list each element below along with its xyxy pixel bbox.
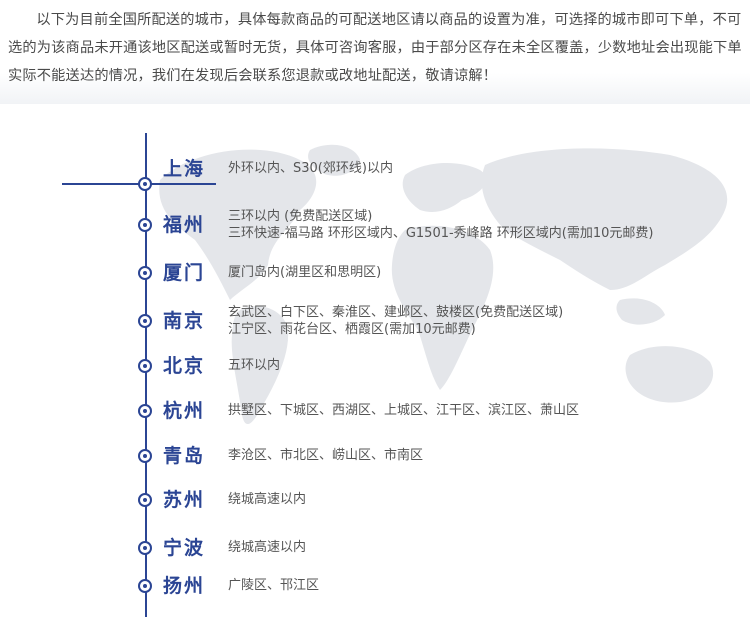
timeline-dot <box>138 449 152 463</box>
world-map-illustration <box>159 144 728 425</box>
timeline-dot <box>138 579 152 593</box>
city-name-yangzhou: 扬州 <box>163 575 206 597</box>
desc-line: 拱墅区、下城区、西湖区、上城区、江干区、滨江区、萧山区 <box>228 403 580 418</box>
city-desc-hangzhou: 拱墅区、下城区、西湖区、上城区、江干区、滨江区、萧山区 <box>228 402 579 419</box>
timeline-dot <box>138 541 152 555</box>
map-se-asia <box>616 298 665 325</box>
map-australia <box>625 346 714 403</box>
city-name-fuzhou: 福州 <box>163 214 206 236</box>
city-name-shanghai: 上海 <box>163 158 206 180</box>
timeline-dot <box>138 177 152 191</box>
timeline-dot <box>138 218 152 232</box>
city-desc-qingdao: 李沧区、市北区、崂山区、市南区 <box>228 447 423 464</box>
city-desc-xiamen: 厦门岛内(湖里区和思明区) <box>228 264 381 281</box>
city-desc-yangzhou: 广陵区、邗江区 <box>228 577 319 594</box>
desc-line: 玄武区、白下区、秦淮区、建邺区、鼓楼区(免费配送区域) <box>228 305 564 320</box>
city-desc-suzhou: 绕城高速以内 <box>228 491 306 508</box>
timeline-dot <box>138 404 152 418</box>
map-europe <box>402 163 487 212</box>
city-name-nanjing: 南京 <box>163 310 206 332</box>
city-desc-fuzhou: 三环以内 (免费配送区域) 三环快速-福马路 环形区域内、G1501-秀峰路 环… <box>228 208 654 242</box>
intro-text: 以下为目前全国所配送的城市，具体每款商品的可配送地区请以商品的设置为准，可选择的… <box>8 12 742 84</box>
city-name-beijing: 北京 <box>163 355 206 377</box>
city-desc-ningbo: 绕城高速以内 <box>228 539 306 556</box>
desc-line: 江宁区、雨花台区、栖霞区(需加10元邮费) <box>228 322 476 337</box>
desc-line: 绕城高速以内 <box>228 540 307 555</box>
timeline-dot <box>138 359 152 373</box>
desc-line: 三环以内 (免费配送区域) <box>228 209 373 224</box>
city-name-xiamen: 厦门 <box>163 262 206 284</box>
timeline-dot <box>138 266 152 280</box>
desc-line: 外环以内、S30(郊环线)以内 <box>228 161 393 176</box>
intro-section: 以下为目前全国所配送的城市，具体每款商品的可配送地区请以商品的设置为准，可选择的… <box>0 0 750 104</box>
city-name-ningbo: 宁波 <box>163 537 206 559</box>
desc-line: 广陵区、邗江区 <box>228 578 320 593</box>
city-desc-beijing: 五环以内 <box>228 357 280 374</box>
timeline-dot <box>138 314 152 328</box>
desc-line: 绕城高速以内 <box>228 492 307 507</box>
desc-line: 李沧区、市北区、崂山区、市南区 <box>228 448 424 463</box>
city-desc-nanjing: 玄武区、白下区、秦淮区、建邺区、鼓楼区(免费配送区域) 江宁区、雨花台区、栖霞区… <box>228 304 563 338</box>
city-name-hangzhou: 杭州 <box>163 400 206 422</box>
city-name-qingdao: 青岛 <box>163 445 206 467</box>
city-name-suzhou: 苏州 <box>163 489 206 511</box>
desc-line: 三环快速-福马路 环形区域内、G1501-秀峰路 环形区域内(需加10元邮费) <box>228 226 654 241</box>
desc-line: 五环以内 <box>228 358 281 373</box>
timeline-dot <box>138 493 152 507</box>
desc-line: 厦门岛内(湖里区和思明区) <box>228 265 382 280</box>
city-desc-shanghai: 外环以内、S30(郊环线)以内 <box>228 160 393 177</box>
